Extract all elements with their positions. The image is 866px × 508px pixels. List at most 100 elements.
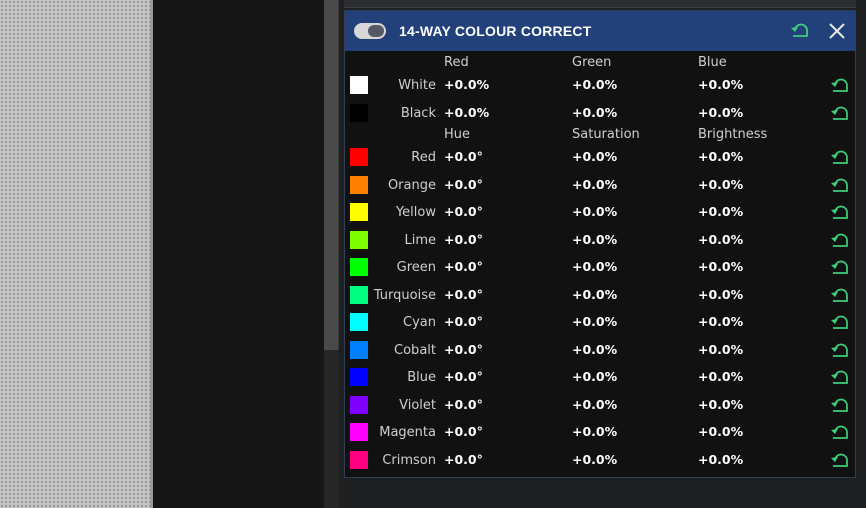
- brightness-value-field[interactable]: +0.0%: [698, 287, 743, 302]
- brightness-value-field[interactable]: +0.0%: [698, 424, 743, 439]
- adjust-row-crimson: Crimson +0.0° +0.0% +0.0%: [345, 447, 855, 474]
- hue-value-field[interactable]: +0.0°: [444, 314, 483, 329]
- colour-swatch: [350, 395, 368, 414]
- saturation-value-field[interactable]: +0.0%: [572, 369, 617, 384]
- reset-icon[interactable]: [830, 315, 850, 331]
- adjust-row-cyan: Cyan +0.0° +0.0% +0.0%: [345, 309, 855, 336]
- saturation-value-field[interactable]: +0.0%: [572, 259, 617, 274]
- reset-all-icon[interactable]: [789, 23, 811, 39]
- colour-swatch: [350, 368, 368, 386]
- reset-icon[interactable]: [830, 370, 850, 386]
- adjust-row-magenta: Magenta +0.0° +0.0% +0.0%: [345, 419, 855, 446]
- blue-value-field[interactable]: +0.0%: [698, 105, 743, 120]
- adjust-row-green: Green +0.0° +0.0% +0.0%: [345, 254, 855, 281]
- hue-value-field[interactable]: +0.0°: [444, 149, 483, 164]
- saturation-value-field[interactable]: +0.0%: [572, 287, 617, 302]
- hue-value-field[interactable]: +0.0°: [444, 287, 483, 302]
- adjust-row-blue: Blue +0.0° +0.0% +0.0%: [345, 364, 855, 391]
- colour-correct-panel: 14-WAY COLOUR CORRECT Red Green Blue White…: [344, 10, 856, 478]
- row-label: Crimson: [382, 452, 436, 468]
- brightness-value-field[interactable]: +0.0%: [698, 397, 743, 412]
- green-value-field[interactable]: +0.0%: [572, 105, 617, 120]
- colour-swatch: [350, 450, 368, 469]
- scrollbar-thumb[interactable]: [324, 0, 339, 350]
- brightness-value-field[interactable]: +0.0%: [698, 314, 743, 329]
- red-value-field[interactable]: +0.0%: [444, 77, 489, 92]
- saturation-value-field[interactable]: +0.0%: [572, 177, 617, 192]
- brightness-value-field[interactable]: +0.0%: [698, 204, 743, 219]
- reset-icon[interactable]: [830, 150, 850, 166]
- reset-icon[interactable]: [830, 178, 850, 194]
- close-icon[interactable]: [827, 21, 847, 41]
- adjust-row-orange: Orange +0.0° +0.0% +0.0%: [345, 172, 855, 199]
- hue-value-field[interactable]: +0.0°: [444, 204, 483, 219]
- saturation-value-field[interactable]: +0.0%: [572, 314, 617, 329]
- brightness-value-field[interactable]: +0.0%: [698, 177, 743, 192]
- enable-toggle[interactable]: [354, 23, 386, 39]
- column-header: Brightness: [698, 127, 768, 142]
- adjust-row-cobalt: Cobalt +0.0° +0.0% +0.0%: [345, 337, 855, 364]
- saturation-value-field[interactable]: +0.0%: [572, 397, 617, 412]
- brightness-value-field[interactable]: +0.0%: [698, 452, 743, 467]
- hue-value-field[interactable]: +0.0°: [444, 452, 483, 467]
- row-label: White: [398, 78, 436, 93]
- reset-icon[interactable]: [830, 343, 850, 359]
- row-label: Turquoise: [373, 287, 436, 303]
- hue-value-field[interactable]: +0.0°: [444, 369, 483, 384]
- adjust-row-lime: Lime +0.0° +0.0% +0.0%: [345, 227, 855, 254]
- saturation-value-field[interactable]: +0.0%: [572, 342, 617, 357]
- column-header: Blue: [698, 55, 727, 70]
- hue-value-field[interactable]: +0.0°: [444, 177, 483, 192]
- brightness-value-field[interactable]: +0.0%: [698, 342, 743, 357]
- reset-icon[interactable]: [830, 398, 850, 414]
- brightness-value-field[interactable]: +0.0%: [698, 259, 743, 274]
- toggle-knob: [368, 25, 384, 37]
- brightness-value-field[interactable]: +0.0%: [698, 369, 743, 384]
- red-value-field[interactable]: +0.0%: [444, 105, 489, 120]
- reset-icon[interactable]: [830, 260, 850, 276]
- saturation-value-field[interactable]: +0.0%: [572, 452, 617, 467]
- reset-icon[interactable]: [830, 453, 850, 469]
- hue-value-field[interactable]: +0.0°: [444, 342, 483, 357]
- saturation-value-field[interactable]: +0.0%: [572, 424, 617, 439]
- colour-swatch: [350, 203, 368, 221]
- row-label: Violet: [399, 397, 436, 413]
- reset-icon[interactable]: [830, 233, 850, 249]
- saturation-value-field[interactable]: +0.0%: [572, 204, 617, 219]
- brightness-value-field[interactable]: +0.0%: [698, 149, 743, 164]
- hue-value-field[interactable]: +0.0°: [444, 397, 483, 412]
- dotted-canvas-area: [0, 0, 150, 508]
- green-value-field[interactable]: +0.0%: [572, 77, 617, 92]
- reset-icon[interactable]: [830, 288, 850, 304]
- adjust-row-violet: Violet +0.0° +0.0% +0.0%: [345, 392, 855, 419]
- adjust-row-turquoise: Turquoise +0.0° +0.0% +0.0%: [345, 282, 855, 309]
- row-label: Black: [400, 105, 436, 121]
- brightness-value-field[interactable]: +0.0%: [698, 232, 743, 247]
- colour-swatch: [350, 103, 368, 122]
- row-label: Yellow: [395, 205, 436, 220]
- adjust-row-white: White +0.0% +0.0% +0.0%: [345, 72, 855, 99]
- row-label: Red: [411, 150, 436, 165]
- previous-panel-edge: [344, 0, 856, 8]
- colour-swatch: [350, 258, 368, 276]
- adjust-row-red: Red +0.0° +0.0% +0.0%: [345, 144, 855, 171]
- reset-icon[interactable]: [830, 425, 850, 441]
- colour-swatch: [350, 230, 368, 249]
- colour-swatch: [350, 148, 368, 166]
- reset-icon[interactable]: [830, 205, 850, 221]
- colour-swatch: [350, 423, 368, 441]
- column-header: Saturation: [572, 127, 640, 142]
- saturation-value-field[interactable]: +0.0%: [572, 232, 617, 247]
- hue-value-field[interactable]: +0.0°: [444, 424, 483, 439]
- row-label: Blue: [407, 370, 436, 385]
- blue-value-field[interactable]: +0.0%: [698, 77, 743, 92]
- reset-icon[interactable]: [830, 78, 850, 94]
- hue-value-field[interactable]: +0.0°: [444, 232, 483, 247]
- row-label: Green: [396, 260, 436, 275]
- reset-icon[interactable]: [830, 106, 850, 122]
- saturation-value-field[interactable]: +0.0%: [572, 149, 617, 164]
- row-label: Cyan: [403, 315, 436, 330]
- colour-swatch: [350, 285, 368, 304]
- hue-value-field[interactable]: +0.0°: [444, 259, 483, 274]
- row-label: Lime: [404, 232, 436, 248]
